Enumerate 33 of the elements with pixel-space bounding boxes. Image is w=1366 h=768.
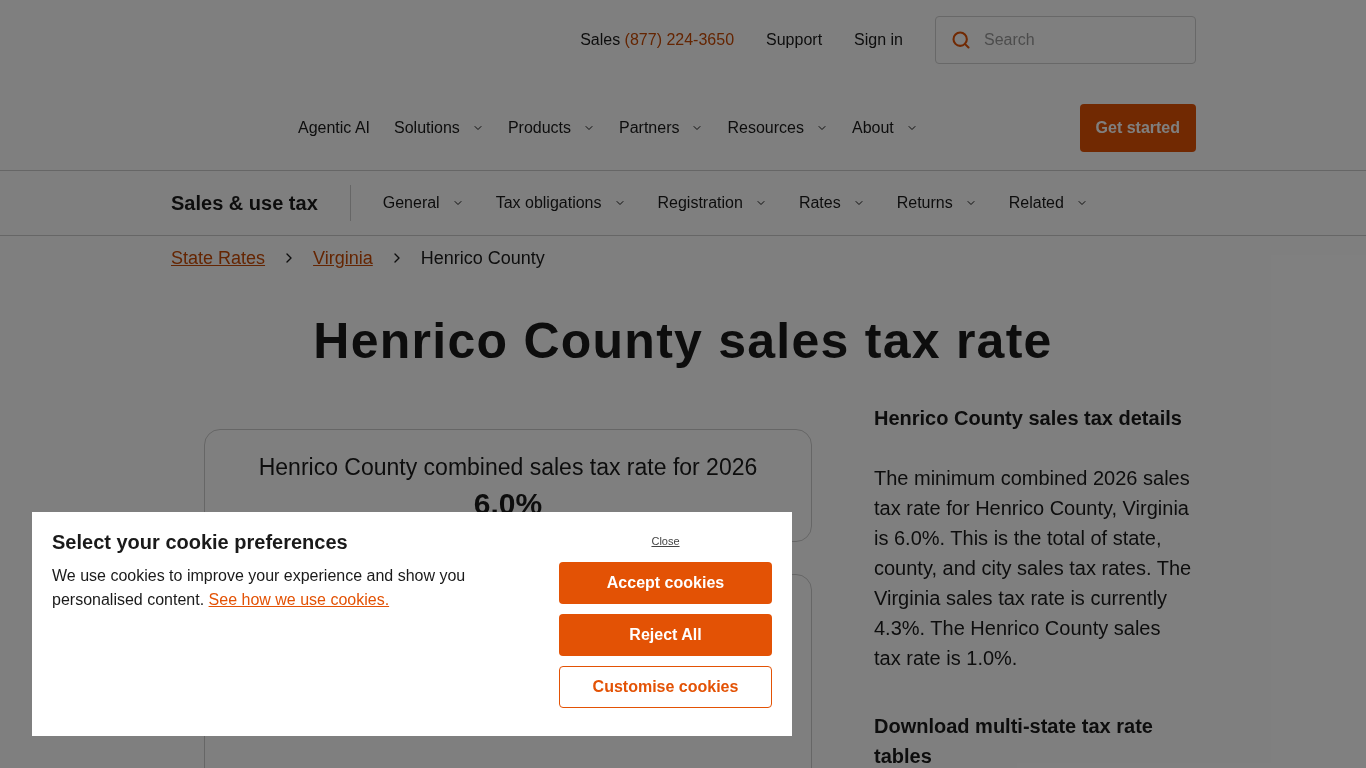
nav-item[interactable]: Solutions [394, 116, 484, 140]
sub-nav-title: Sales & use tax [171, 185, 351, 221]
sales-phone-text: Sales (877) 224-3650 [580, 30, 735, 50]
cookie-policy-link[interactable]: See how we use cookies. [208, 591, 390, 608]
sub-nav-item[interactable]: Rates [798, 191, 865, 215]
nav-item[interactable]: Partners [619, 116, 704, 140]
cookie-button[interactable]: Accept cookies [559, 561, 772, 604]
nav-item[interactable]: About [851, 116, 918, 140]
download-title: Download multi-state tax rate tables [874, 714, 1154, 768]
cookie-button[interactable]: Customise cookies [559, 665, 772, 708]
page-heading: Henrico County sales tax rate [312, 312, 1054, 371]
cookie-dialog-text: We use cookies to improve your experience and show you personalised content. See how we use cookies. [52, 566, 467, 610]
breadcrumb-current: Henrico County [420, 247, 545, 270]
rate-card-title: Henrico County combined sales tax rate for 2026 [258, 453, 758, 482]
get-started-button[interactable]: Get started [1079, 104, 1196, 152]
breadcrumb-link[interactable]: Virginia [313, 244, 373, 272]
close-link[interactable]: Close [651, 533, 680, 550]
nav-item[interactable]: Agentic AI [298, 116, 371, 140]
utility-link[interactable]: Support [766, 28, 823, 52]
sub-nav-item[interactable]: Tax obligations [495, 191, 626, 215]
details-title: Henrico County sales tax details [874, 406, 1183, 431]
sub-nav-item[interactable]: Returns [896, 191, 977, 215]
cookie-button[interactable]: Reject All [559, 613, 772, 656]
cookie-dialog-title: Select your cookie preferences [52, 530, 349, 555]
sub-nav-item[interactable]: General [382, 191, 464, 215]
search-icon [951, 30, 971, 50]
sub-nav-item[interactable]: Related [1008, 191, 1088, 215]
sub-nav-item[interactable]: Registration [657, 191, 767, 215]
details-paragraph: The minimum combined 2026 sales tax rate for Henrico County, Virginia is 6.0%. This is the total of state, county, and city sales tax rates. The Virginia sales tax rate is currently 4.3%. The Henrico County sales tax rate is 1.0%. [874, 466, 1192, 671]
nav-item[interactable]: Resources [727, 116, 828, 140]
breadcrumb-link[interactable]: State Rates [171, 244, 266, 272]
nav-item[interactable]: Products [507, 116, 595, 140]
utility-link[interactable]: Sign in [854, 28, 903, 52]
